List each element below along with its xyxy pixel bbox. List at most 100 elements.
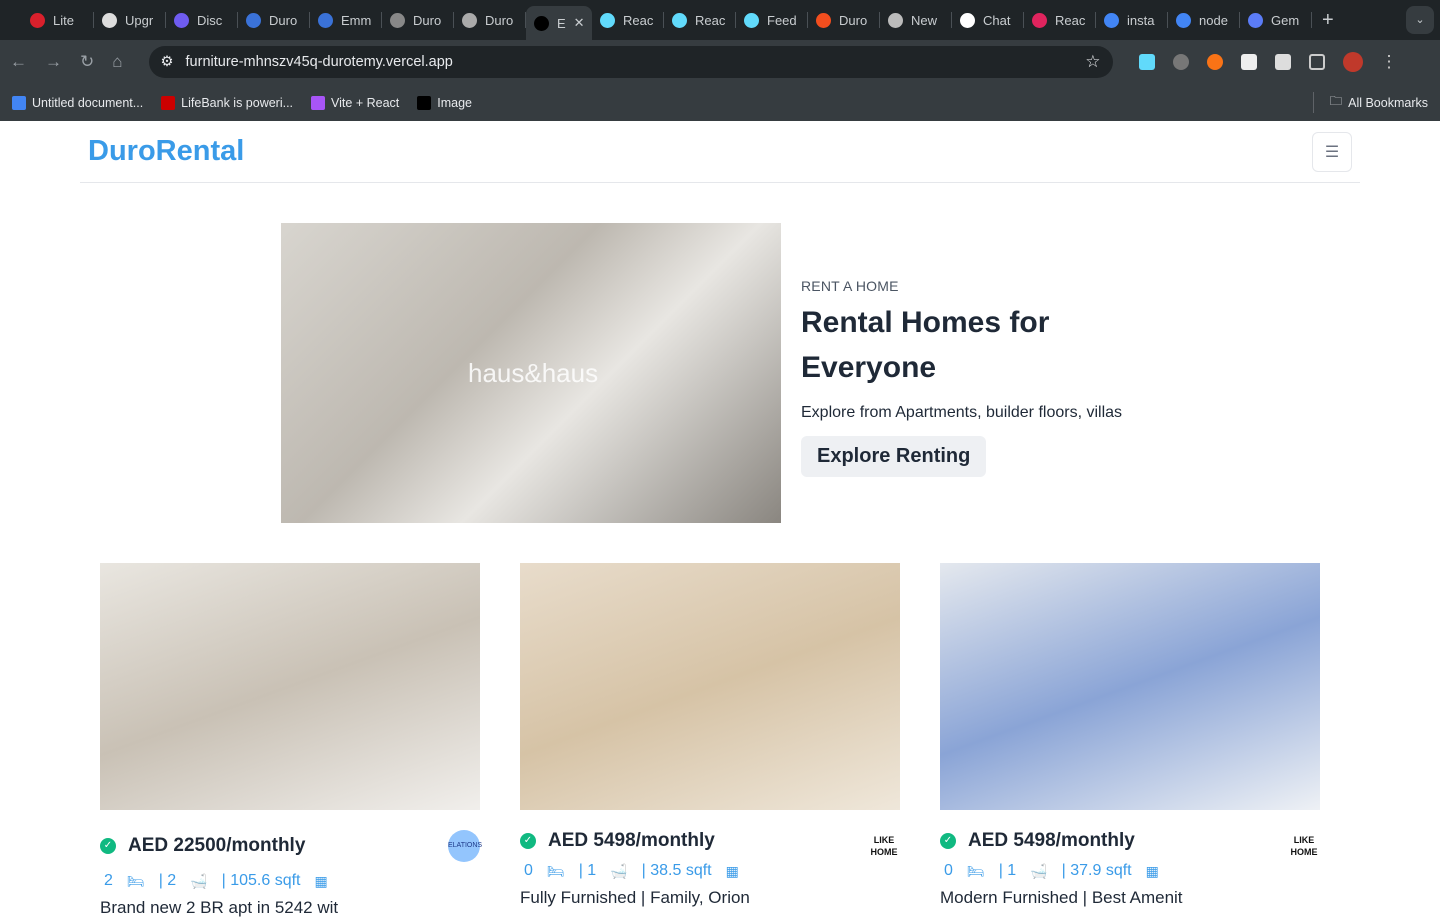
extension-icon[interactable] (1172, 54, 1189, 70)
listing-area: | 37.9 sqft (1061, 862, 1132, 879)
browser-toolbar: ← → ↻ ⌂ ⚙ furniture-mhnszv45q-durotemy.v… (0, 40, 1440, 84)
browser-tab[interactable]: Reac (592, 12, 664, 28)
grid-icon: ▦ (314, 872, 328, 889)
tab-search-button[interactable]: ⌄ (1406, 6, 1434, 34)
listing-card[interactable]: ✓ AED 5498/monthly LIKE HOME 0 🛏 | 1 🛁 | 3… (520, 563, 900, 908)
close-tab-icon[interactable]: ✕ (574, 15, 585, 31)
listing-image[interactable] (520, 563, 900, 810)
listing-image[interactable] (940, 563, 1320, 810)
browser-tab[interactable]: E ✕ (526, 6, 592, 40)
listing-card[interactable]: ✓ AED 22500/monthly ELATIONS 2 🛏 | 2 🛁 | 1… (100, 563, 482, 918)
tab-favicon (102, 12, 117, 28)
browser-tab[interactable]: Duro (808, 12, 880, 28)
browser-tab[interactable]: Duro (238, 12, 310, 28)
bookmark-star-icon[interactable]: ☆ (1085, 52, 1100, 72)
forward-icon[interactable]: → (45, 52, 62, 72)
listing-price: AED 5498/monthly (548, 830, 715, 851)
site-settings-icon[interactable]: ⚙ (161, 54, 174, 70)
agency-logo: LIKE HOME (1290, 835, 1318, 857)
listing-area: | 38.5 sqft (641, 862, 712, 879)
tab-favicon (534, 15, 549, 31)
profile-avatar[interactable] (1342, 52, 1363, 72)
tab-favicon (600, 12, 615, 28)
react-devtools-icon[interactable] (1138, 54, 1155, 70)
bookmark-item[interactable]: Untitled document... (12, 95, 143, 110)
menu-kebab-icon[interactable]: ⋮ (1381, 52, 1398, 72)
tab-favicon (174, 12, 189, 28)
tab-title: Reac (695, 12, 726, 28)
url-text[interactable]: furniture-mhnszv45q-durotemy.vercel.app (186, 54, 453, 70)
tab-favicon (960, 12, 975, 28)
tab-favicon (816, 12, 831, 28)
bookmark-item[interactable]: LifeBank is poweri... (161, 95, 293, 110)
listing-card[interactable]: ✓ AED 5498/monthly LIKE HOME 0 🛏 | 1 🛁 | 3… (940, 563, 1320, 908)
bookmark-item[interactable]: Image (417, 95, 472, 110)
browser-tab[interactable]: Feed (736, 12, 808, 28)
brand-logo[interactable]: DuroRental (88, 135, 244, 168)
bookmark-favicon (417, 95, 432, 110)
explore-renting-button[interactable]: Explore Renting (801, 436, 987, 477)
tab-title: Duro (269, 12, 298, 28)
agency-logo: ELATIONS (448, 830, 482, 862)
tab-favicon (318, 12, 333, 28)
extensions: ⋮ (1138, 52, 1398, 72)
tab-title: Gem (1271, 12, 1300, 28)
tab-strip: Lite Upgr Disc Duro Emm Duro Duro E ✕ Reac Reac Fee… (0, 0, 1440, 40)
listing-price: AED 22500/monthly (128, 835, 306, 856)
browser-tab[interactable]: Emm (310, 12, 382, 28)
browser-tab[interactable]: Chat (952, 12, 1024, 28)
browser-tab[interactable]: Gem (1240, 12, 1312, 28)
browser-tab[interactable]: New (880, 12, 952, 28)
verified-check-icon: ✓ (100, 838, 116, 854)
bookmark-item[interactable]: Vite + React (311, 95, 399, 110)
bedroom-count: 0 (524, 862, 533, 879)
bookmark-favicon (311, 95, 326, 110)
extension-icon[interactable] (1240, 54, 1257, 70)
listing-description: Fully Furnished | Family, Orion (520, 888, 750, 907)
tab-favicon (1248, 12, 1263, 28)
agency-logo: LIKE HOME (870, 835, 898, 857)
site-navbar: DuroRental ☰ (80, 121, 1360, 183)
browser-tab[interactable]: Reac (1024, 12, 1096, 28)
browser-tab[interactable]: Reac (664, 12, 736, 28)
tab-favicon (30, 12, 45, 28)
home-icon[interactable]: ⌂ (112, 52, 122, 72)
bathroom-count: | 2 (158, 872, 177, 889)
new-tab-button[interactable]: + (1322, 9, 1334, 32)
bed-icon: 🛏 (546, 862, 565, 879)
browser-tab[interactable]: Duro (454, 12, 526, 28)
hero-section: haus&haus RENT A HOME Rental Homes for E… (281, 223, 1122, 523)
listing-description: Brand new 2 BR apt in 5242 wit (100, 898, 339, 917)
hero-image: haus&haus (281, 223, 781, 523)
bed-icon: 🛏 (126, 872, 145, 889)
bathroom-count: | 1 (578, 862, 597, 879)
bathroom-count: | 1 (998, 862, 1017, 879)
tab-title: Chat (983, 12, 1011, 28)
hamburger-menu-button[interactable]: ☰ (1312, 131, 1352, 172)
browser-tab[interactable]: Duro (382, 12, 454, 28)
back-icon[interactable]: ← (10, 52, 27, 72)
tab-favicon (462, 12, 477, 28)
listing-description: Modern Furnished | Best Amenit (940, 888, 1183, 907)
extension-icon[interactable] (1274, 54, 1291, 70)
extensions-puzzle-icon[interactable] (1308, 54, 1325, 70)
listing-image[interactable] (100, 563, 480, 810)
tab-title: Reac (1055, 12, 1086, 28)
extension-icon[interactable] (1206, 54, 1223, 70)
tab-favicon (888, 12, 903, 28)
all-bookmarks-button[interactable]: 🗀 All Bookmarks (1312, 92, 1428, 113)
browser-tab[interactable]: Lite (22, 12, 94, 28)
bookmark-favicon (12, 95, 26, 110)
browser-tab[interactable]: insta (1096, 12, 1168, 28)
tab-favicon (1176, 12, 1191, 28)
hero-eyebrow: RENT A HOME (801, 278, 899, 294)
listing-price: AED 5498/monthly (968, 830, 1135, 851)
reload-icon[interactable]: ↻ (80, 52, 94, 72)
browser-tab[interactable]: Upgr (94, 12, 166, 28)
tab-title: Emm (341, 12, 372, 28)
browser-tab[interactable]: node (1168, 12, 1240, 28)
tab-favicon (1032, 12, 1047, 28)
browser-tab[interactable]: Disc (166, 12, 238, 28)
tab-title: New (911, 12, 938, 28)
address-bar[interactable]: ⚙ furniture-mhnszv45q-durotemy.vercel.ap… (148, 46, 1113, 78)
